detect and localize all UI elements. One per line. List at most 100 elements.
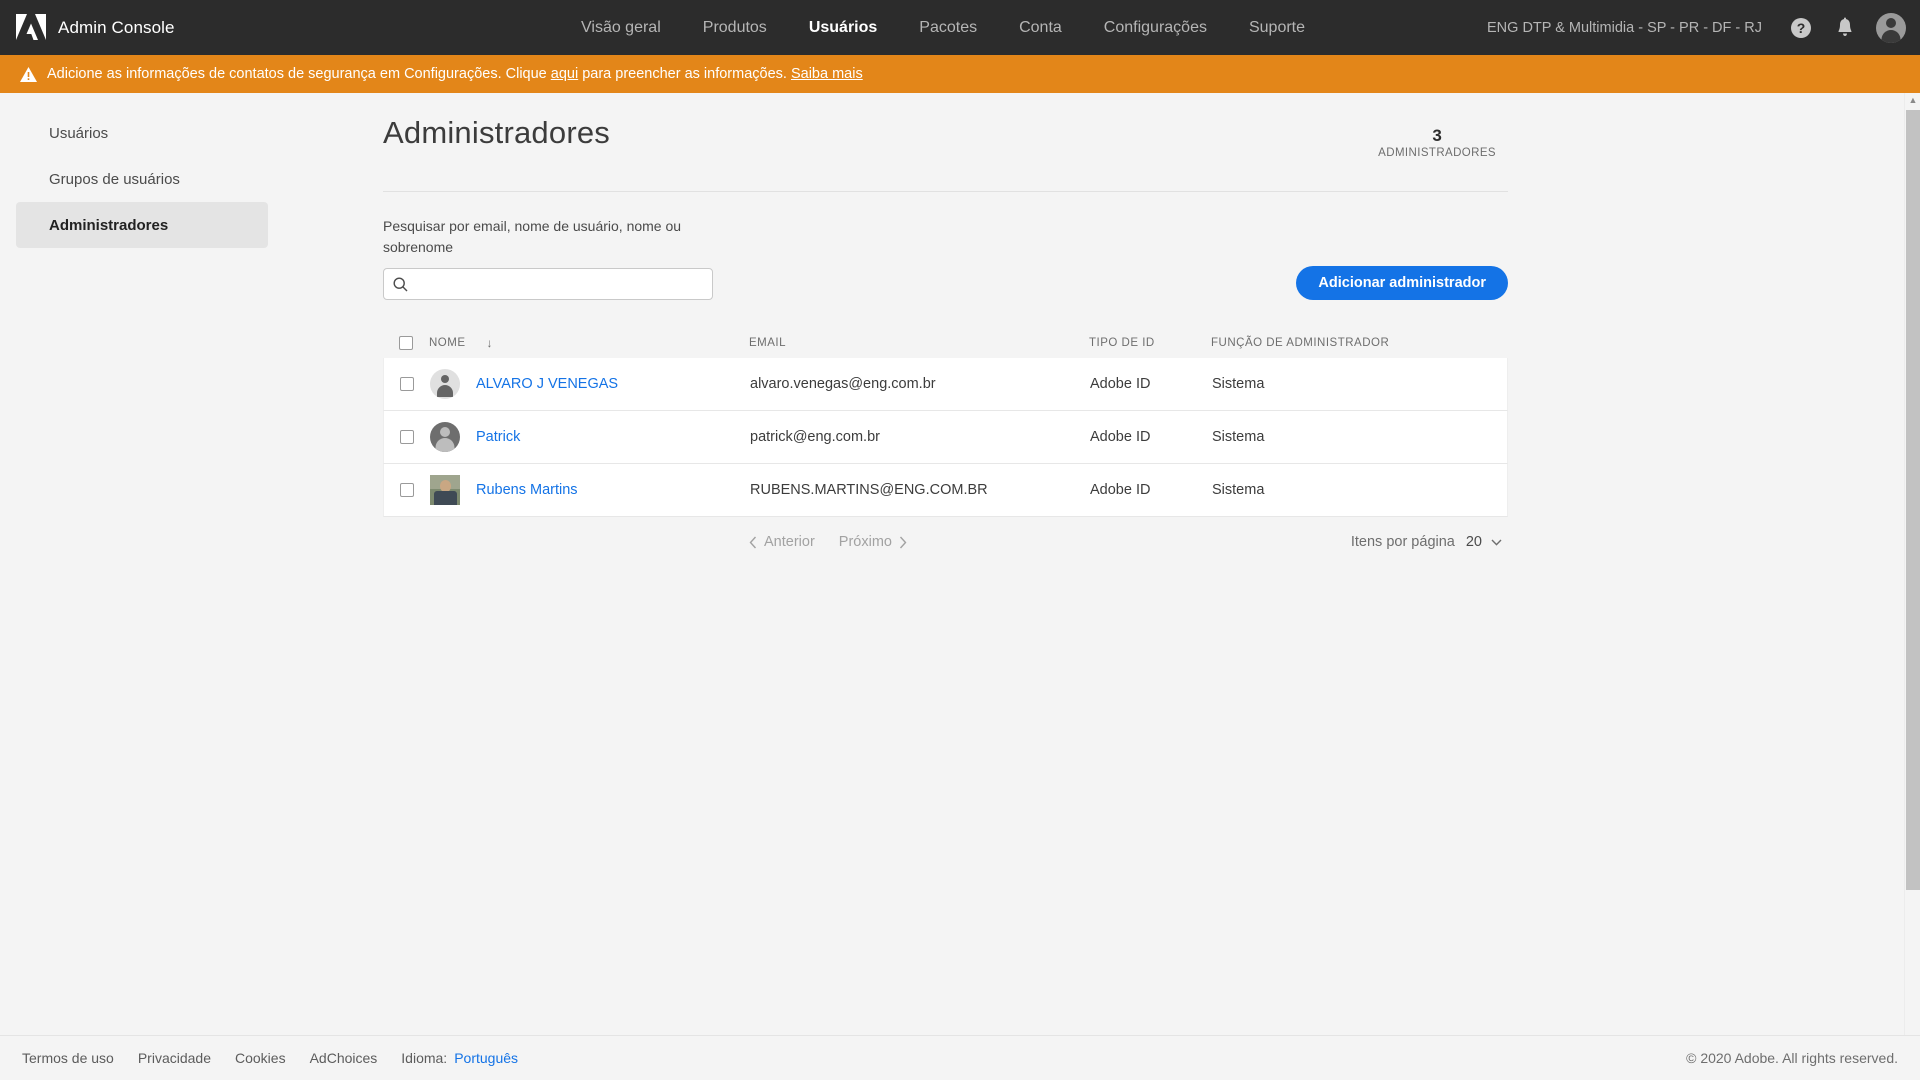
table-row[interactable]: ALVARO J VENEGAS alvaro.venegas@eng.com.… — [383, 358, 1508, 411]
pagination-controls: Anterior Próximo — [749, 534, 907, 550]
notification-bell-icon[interactable] — [1832, 15, 1858, 41]
scroll-up-arrow-icon[interactable]: ▲ — [1905, 95, 1920, 105]
page-title: Administradores — [383, 115, 610, 150]
nav-link-usuarios[interactable]: Usuários — [788, 0, 898, 55]
admin-count: 3 ADMINISTRADORES — [1378, 115, 1508, 159]
items-per-page-select[interactable]: 20 — [1466, 534, 1502, 550]
search-block: Pesquisar por email, nome de usuário, no… — [383, 216, 713, 300]
app-title: Admin Console — [58, 17, 175, 37]
brand[interactable]: Admin Console — [0, 14, 175, 41]
banner-text-after: para preencher as informações. — [578, 66, 791, 82]
footer-link-termos-de-uso[interactable]: Termos de uso — [22, 1050, 114, 1066]
sidebar: Usuários Grupos de usuários Administrado… — [0, 93, 285, 1035]
table-row[interactable]: Patrick patrick@eng.com.br Adobe ID Sist… — [383, 411, 1508, 464]
admin-count-number: 3 — [1432, 126, 1442, 145]
row-email: RUBENS.MARTINS@ENG.COM.BR — [750, 482, 988, 498]
items-per-page: Itens por página 20 — [1351, 534, 1502, 550]
scrollbar-thumb[interactable] — [1906, 110, 1920, 890]
next-page-button[interactable]: Próximo — [839, 534, 907, 550]
footer-link-cookies[interactable]: Cookies — [235, 1050, 286, 1066]
chevron-right-icon — [899, 536, 907, 548]
sidebar-item-label: Usuários — [49, 124, 109, 142]
column-header-email[interactable]: EMAIL — [749, 337, 1089, 349]
items-per-page-value: 20 — [1465, 534, 1482, 550]
footer-copyright: © 2020 Adobe. All rights reserved. — [1686, 1050, 1898, 1066]
banner-message: Adicione as informações de contatos de s… — [47, 66, 863, 82]
warning-triangle-icon — [20, 66, 37, 82]
column-header-name-label: NOME — [429, 337, 466, 349]
arrow-down-icon: ↓ — [486, 336, 493, 350]
banner-link-aqui[interactable]: aqui — [551, 66, 578, 82]
adobe-logo — [16, 14, 46, 40]
nav-link-suporte[interactable]: Suporte — [1228, 0, 1326, 55]
help-circle-icon[interactable]: ? — [1788, 15, 1814, 41]
user-avatar-icon[interactable] — [1876, 12, 1906, 43]
avatar — [430, 369, 460, 399]
nav-link-pacotes[interactable]: Pacotes — [898, 0, 998, 55]
banner-text-before: Adicione as informações de contatos de s… — [47, 66, 551, 82]
previous-page-button[interactable]: Anterior — [749, 534, 815, 550]
vertical-scrollbar[interactable]: ▲ — [1904, 93, 1920, 1035]
security-contact-banner: Adicione as informações de contatos de s… — [0, 55, 1920, 93]
select-all-cell[interactable] — [383, 336, 429, 350]
row-name-cell: Rubens Martins — [430, 475, 750, 505]
footer-language: Idioma: Português — [401, 1050, 518, 1066]
footer-link-privacidade[interactable]: Privacidade — [138, 1050, 211, 1066]
row-id-type: Adobe ID — [1090, 482, 1151, 498]
row-name-cell: ALVARO J VENEGAS — [430, 369, 750, 399]
nav-link-visao-geral[interactable]: Visão geral — [560, 0, 682, 55]
row-id-type: Adobe ID — [1090, 376, 1151, 392]
top-navigation-bar: Admin Console Visão geral Produtos Usuár… — [0, 0, 1920, 55]
checkbox-unchecked-icon[interactable] — [400, 483, 414, 497]
row-select-cell[interactable] — [384, 430, 430, 444]
checkbox-unchecked-icon[interactable] — [399, 336, 413, 350]
nav-right-cluster: ENG DTP & Multimidia - SP - PR - DF - RJ… — [1487, 0, 1906, 55]
row-name-link[interactable]: ALVARO J VENEGAS — [476, 376, 618, 392]
checkbox-unchecked-icon[interactable] — [400, 377, 414, 391]
footer-language-value[interactable]: Português — [454, 1050, 518, 1066]
admin-count-label: ADMINISTRADORES — [1378, 147, 1496, 159]
search-icon — [393, 276, 408, 291]
sidebar-item-label: Administradores — [49, 216, 169, 234]
toolbar: Pesquisar por email, nome de usuário, no… — [383, 216, 1508, 300]
row-select-cell[interactable] — [384, 483, 430, 497]
pagination: Anterior Próximo Itens por página 20 — [383, 517, 1508, 567]
footer-link-adchoices[interactable]: AdChoices — [310, 1050, 378, 1066]
add-administrator-button[interactable]: Adicionar administrador — [1296, 266, 1508, 300]
next-page-label: Próximo — [838, 534, 892, 550]
nav-link-conta[interactable]: Conta — [998, 0, 1083, 55]
sidebar-item-grupos-de-usuarios[interactable]: Grupos de usuários — [16, 156, 268, 202]
table-row[interactable]: Rubens Martins RUBENS.MARTINS@ENG.COM.BR… — [383, 464, 1508, 517]
organization-name[interactable]: ENG DTP & Multimidia - SP - PR - DF - RJ — [1487, 20, 1762, 36]
search-field[interactable] — [383, 268, 713, 300]
nav-link-configuracoes[interactable]: Configurações — [1083, 0, 1228, 55]
administrators-table: NOME ↓ EMAIL TIPO DE ID FUNÇÃO DE ADMINI… — [383, 328, 1508, 517]
search-input[interactable] — [415, 276, 703, 292]
primary-nav: Visão geral Produtos Usuários Pacotes Co… — [560, 0, 1326, 55]
row-admin-role: Sistema — [1212, 429, 1265, 445]
row-name-link[interactable]: Rubens Martins — [476, 482, 578, 498]
sidebar-item-usuarios[interactable]: Usuários — [16, 110, 268, 156]
items-per-page-label: Itens por página — [1350, 534, 1455, 550]
banner-link-saiba-mais[interactable]: Saiba mais — [791, 66, 863, 82]
row-email: patrick@eng.com.br — [750, 429, 880, 445]
column-header-admin-role[interactable]: FUNÇÃO DE ADMINISTRADOR — [1211, 337, 1508, 349]
svg-text:?: ? — [1797, 20, 1806, 36]
row-id-type: Adobe ID — [1090, 429, 1151, 445]
column-header-name[interactable]: NOME ↓ — [429, 336, 749, 350]
footer-links: Termos de uso Privacidade Cookies AdChoi… — [22, 1050, 518, 1066]
sidebar-item-label: Grupos de usuários — [49, 170, 180, 188]
checkbox-unchecked-icon[interactable] — [400, 430, 414, 444]
chevron-down-icon — [1491, 539, 1502, 546]
avatar — [430, 475, 460, 505]
nav-link-produtos[interactable]: Produtos — [682, 0, 788, 55]
header-divider — [383, 191, 1508, 192]
column-header-id-type[interactable]: TIPO DE ID — [1089, 337, 1211, 349]
footer-language-label: Idioma: — [401, 1050, 448, 1066]
avatar — [430, 422, 460, 452]
row-admin-role: Sistema — [1212, 376, 1265, 392]
page-footer: Termos de uso Privacidade Cookies AdChoi… — [0, 1035, 1920, 1080]
row-name-link[interactable]: Patrick — [476, 429, 520, 445]
sidebar-item-administradores[interactable]: Administradores — [16, 202, 268, 248]
row-select-cell[interactable] — [384, 377, 430, 391]
